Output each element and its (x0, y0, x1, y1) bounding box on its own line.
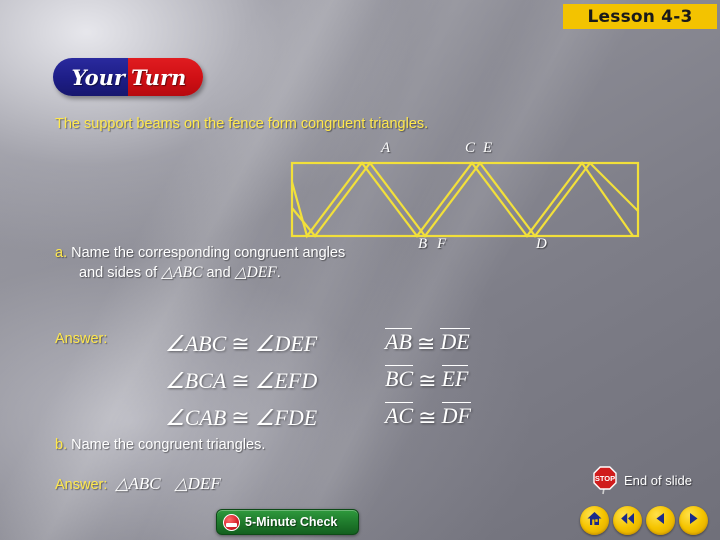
part-a-line2-mid: and (202, 265, 235, 281)
side-congruence-row-3: AC ≅ DF (385, 399, 515, 436)
lesson-banner: Lesson 4-3 (563, 4, 717, 29)
vertex-label-D: D (536, 236, 547, 252)
part-a-question: a. Name the corresponding congruent angl… (55, 243, 345, 283)
angle-congruence-row-2: ∠BCA ≅ ∠EFD (165, 362, 355, 399)
vertex-label-F: F (437, 236, 447, 252)
part-a-triangle1: △ABC (161, 264, 203, 281)
part-a-answer-label: Answer: (55, 331, 108, 347)
side-congruence-list: AB ≅ DE BC ≅ EF AC ≅ DF (385, 325, 515, 436)
fence-truss-diagram: A C E B F D (285, 138, 645, 256)
part-b-question: b. Name the congruent triangles. (55, 437, 265, 453)
rewind-button[interactable] (613, 506, 642, 535)
part-b-text: Name the congruent triangles. (71, 437, 266, 453)
part-a-marker: a. (55, 245, 68, 261)
angle-row-3-left: ∠CAB (165, 405, 227, 430)
angle-congruence-row-3: ∠CAB ≅ ∠FDE (165, 399, 355, 436)
previous-button[interactable] (646, 506, 675, 535)
part-a-line1: Name the corresponding congruent angles (71, 245, 346, 261)
vertex-label-E: E (483, 140, 493, 156)
angle-row-2-right: ∠EFD (254, 368, 318, 393)
angle-row-1-left: ∠ABC (165, 331, 227, 356)
end-of-slide-label: End of slide (624, 472, 692, 488)
your-turn-badge: Your Turn (53, 58, 203, 96)
vertex-label-B: B (418, 236, 428, 252)
side-row-3-left: AC (385, 402, 414, 428)
your-turn-word-your: Your (71, 64, 125, 90)
angle-row-3-right: ∠FDE (254, 405, 318, 430)
home-button[interactable] (580, 506, 609, 535)
vertex-label-C: C (465, 140, 476, 156)
right-arrow-icon (685, 510, 702, 532)
side-congruence-row-2: BC ≅ EF (385, 362, 515, 399)
lesson-banner-label: Lesson 4-3 (587, 6, 693, 27)
navigation-bar (580, 506, 708, 535)
side-row-1-right: DE (440, 328, 470, 354)
side-row-2-right: EF (441, 365, 469, 391)
next-button[interactable] (679, 506, 708, 535)
slide-canvas: Lesson 4-3 Your Turn The support beams o… (0, 0, 720, 540)
part-b-answer: Answer: △ABC △DEF (55, 474, 221, 494)
angle-congruence-list: ∠ABC ≅ ∠DEF ∠BCA ≅ ∠EFD ∠CAB ≅ ∠FDE (165, 325, 355, 436)
side-row-3-symbol: ≅ (418, 405, 437, 430)
your-turn-left-half: Your (53, 58, 128, 96)
part-b-triangle1: △ABC (115, 474, 161, 493)
angle-row-2-left: ∠BCA (165, 368, 227, 393)
stop-sign-icon: STOP (592, 465, 619, 495)
five-minute-check-label: 5-Minute Check (245, 515, 338, 529)
home-icon (586, 510, 603, 532)
angle-row-3-symbol: ≅ (231, 405, 250, 430)
angle-row-1-right: ∠DEF (254, 331, 318, 356)
angle-row-1-symbol: ≅ (231, 331, 250, 356)
angle-congruence-row-1: ∠ABC ≅ ∠DEF (165, 325, 355, 362)
side-congruence-row-1: AB ≅ DE (385, 325, 515, 362)
side-row-3-right: DF (441, 402, 471, 428)
double-left-arrow-icon (619, 510, 636, 532)
part-b-marker: b. (55, 437, 68, 453)
part-b-answer-label: Answer: (55, 477, 108, 493)
side-row-2-symbol: ≅ (418, 368, 437, 393)
five-minute-check-button[interactable]: 5-Minute Check (216, 509, 359, 535)
angle-row-2-symbol: ≅ (231, 368, 250, 393)
question-text: The support beams on the fence form cong… (55, 116, 429, 132)
side-row-2-left: BC (385, 365, 414, 391)
end-of-slide-indicator: STOP End of slide (592, 465, 692, 495)
left-arrow-icon (652, 510, 669, 532)
your-turn-right-half: Turn (128, 58, 203, 96)
svg-text:STOP: STOP (595, 474, 615, 483)
your-turn-word-turn: Turn (131, 64, 187, 90)
clock-icon (223, 513, 240, 531)
side-row-1-left: AB (385, 328, 412, 354)
vertex-label-A: A (381, 140, 391, 156)
part-b-triangle2: △DEF (174, 474, 221, 493)
part-a-triangle2: △DEF (234, 264, 277, 281)
part-a-line2-suffix: . (276, 265, 281, 281)
side-row-1-symbol: ≅ (416, 331, 436, 356)
part-a-line2: and sides of △ABC and △DEF. (55, 263, 345, 283)
part-a-line2-prefix: and sides of (79, 265, 162, 281)
